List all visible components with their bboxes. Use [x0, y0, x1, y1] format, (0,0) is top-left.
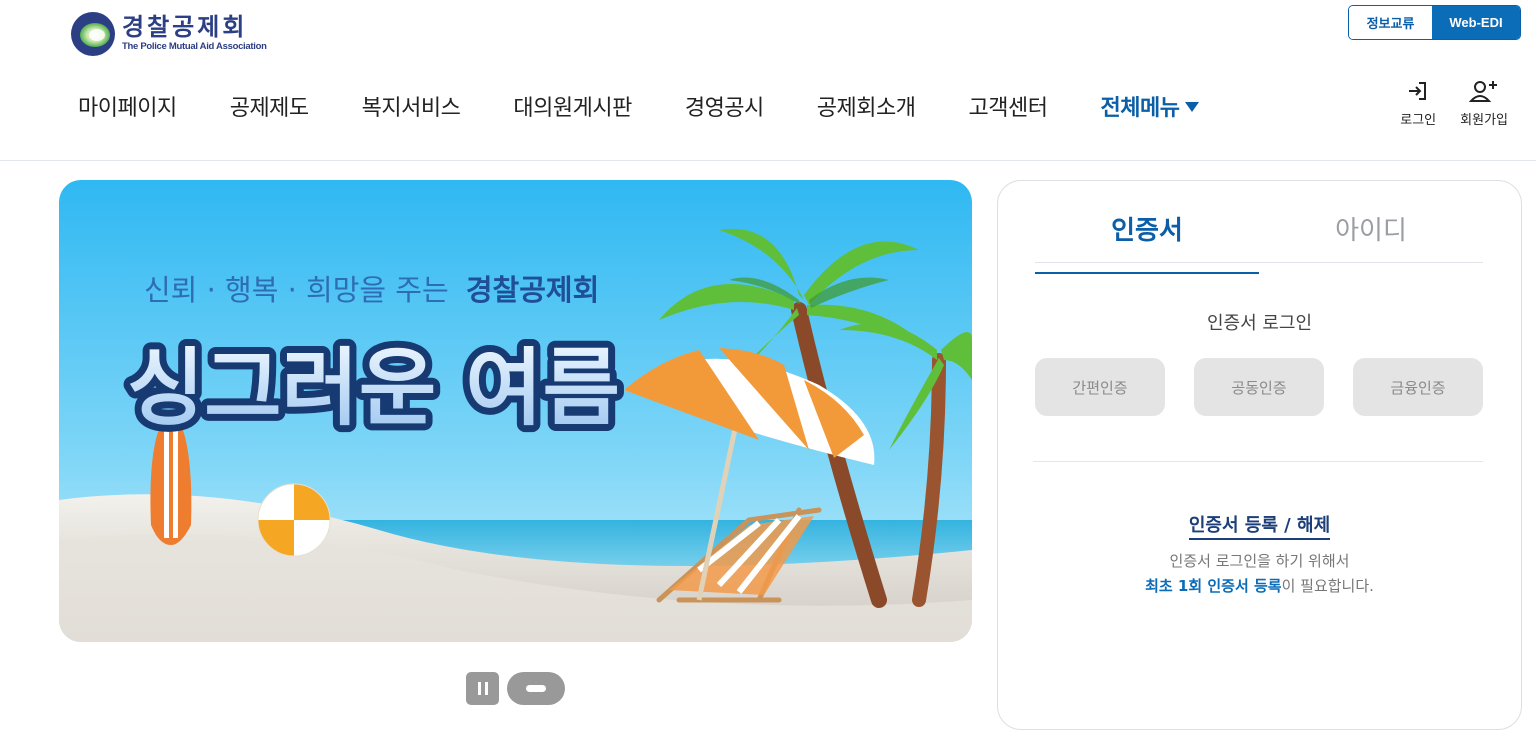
banner-controls: [466, 672, 565, 705]
slide-dot-active: [526, 685, 546, 692]
logo-korean-text: 경찰공제회: [122, 13, 248, 41]
site-logo[interactable]: 경찰공제회 The Police Mutual Aid Association: [70, 11, 267, 57]
join-label: 회원가입: [1460, 113, 1508, 128]
joint-cert-button[interactable]: 공동인증: [1194, 358, 1324, 416]
nav-item-disclosure[interactable]: 경영공시: [685, 90, 764, 122]
pause-button[interactable]: [466, 672, 499, 705]
cert-register-highlight: 최초 1회 인증서 등록: [1145, 577, 1282, 595]
simple-auth-button[interactable]: 간편인증: [1035, 358, 1165, 416]
pause-icon: [477, 682, 481, 695]
nav-item-welfare[interactable]: 복지서비스: [362, 90, 461, 122]
tab-id[interactable]: 아이디: [1259, 211, 1483, 262]
nav-all-menu-button[interactable]: 전체메뉴: [1100, 90, 1200, 122]
main-navigation: 마이페이지 공제제도 복지서비스 대의원게시판 경영공시 공제회소개 고객센터 …: [78, 88, 1252, 124]
join-button[interactable]: 회원가입: [1460, 78, 1508, 128]
logo-english-text: The Police Mutual Aid Association: [122, 41, 267, 52]
cert-register-desc-line1: 인증서 로그인을 하기 위해서: [1169, 552, 1350, 570]
cert-method-buttons: 간편인증 공동인증 금융인증: [1035, 358, 1483, 416]
cert-register-link[interactable]: 인증서 등록 / 해제: [1188, 515, 1331, 540]
slide-indicator[interactable]: [507, 672, 565, 705]
login-button[interactable]: 로그인: [1400, 78, 1436, 128]
tab-certificate[interactable]: 인증서: [1035, 211, 1259, 274]
main-banner[interactable]: 신뢰 · 행복 · 희망을 주는 경찰공제회 싱그러운 여름 싱그러운 여름: [59, 180, 972, 642]
banner-subtitle: 신뢰 · 행복 · 희망을 주는 경찰공제회: [144, 273, 599, 307]
header-divider: [0, 160, 1536, 161]
login-panel: 인증서 아이디 인증서 로그인 간편인증 공동인증 금융인증 인증서 등록 / …: [997, 180, 1522, 730]
caret-down-icon: [1185, 102, 1200, 112]
login-icon: [1409, 82, 1427, 100]
financial-cert-button[interactable]: 금융인증: [1353, 358, 1483, 416]
cert-register-link-wrap: 인증서 등록 / 해제: [998, 511, 1521, 540]
panel-divider: [1033, 461, 1483, 462]
banner-headline: 싱그러운 여름: [127, 339, 620, 437]
banner-illustration: 신뢰 · 행복 · 희망을 주는 경찰공제회 싱그러운 여름 싱그러운 여름: [59, 180, 972, 642]
member-menu: 로그인 회원가입: [1376, 78, 1508, 128]
nav-item-mypage[interactable]: 마이페이지: [78, 90, 177, 122]
login-label: 로그인: [1400, 113, 1437, 128]
nav-item-customer-center[interactable]: 고객센터: [969, 90, 1048, 122]
nav-item-mutual-aid[interactable]: 공제제도: [230, 90, 309, 122]
web-edi-button[interactable]: Web-EDI: [1432, 6, 1520, 39]
cert-login-title: 인증서 로그인: [1206, 313, 1313, 334]
nav-item-delegate-board[interactable]: 대의원게시판: [513, 90, 632, 122]
info-exchange-button[interactable]: 정보교류: [1349, 6, 1432, 39]
cert-register-desc-rest: 이 필요합니다.: [1281, 577, 1374, 595]
utility-links: 정보교류 Web-EDI: [1348, 5, 1521, 40]
nav-item-about[interactable]: 공제회소개: [817, 90, 916, 122]
nav-all-menu-label: 전체메뉴: [1100, 96, 1180, 121]
login-tabs: 인증서 아이디: [1035, 211, 1483, 274]
user-add-icon: [1469, 81, 1498, 102]
cert-register-desc-line2: 최초 1회 인증서 등록이 필요합니다.: [998, 575, 1521, 596]
logo-emblem-icon: [71, 12, 115, 56]
